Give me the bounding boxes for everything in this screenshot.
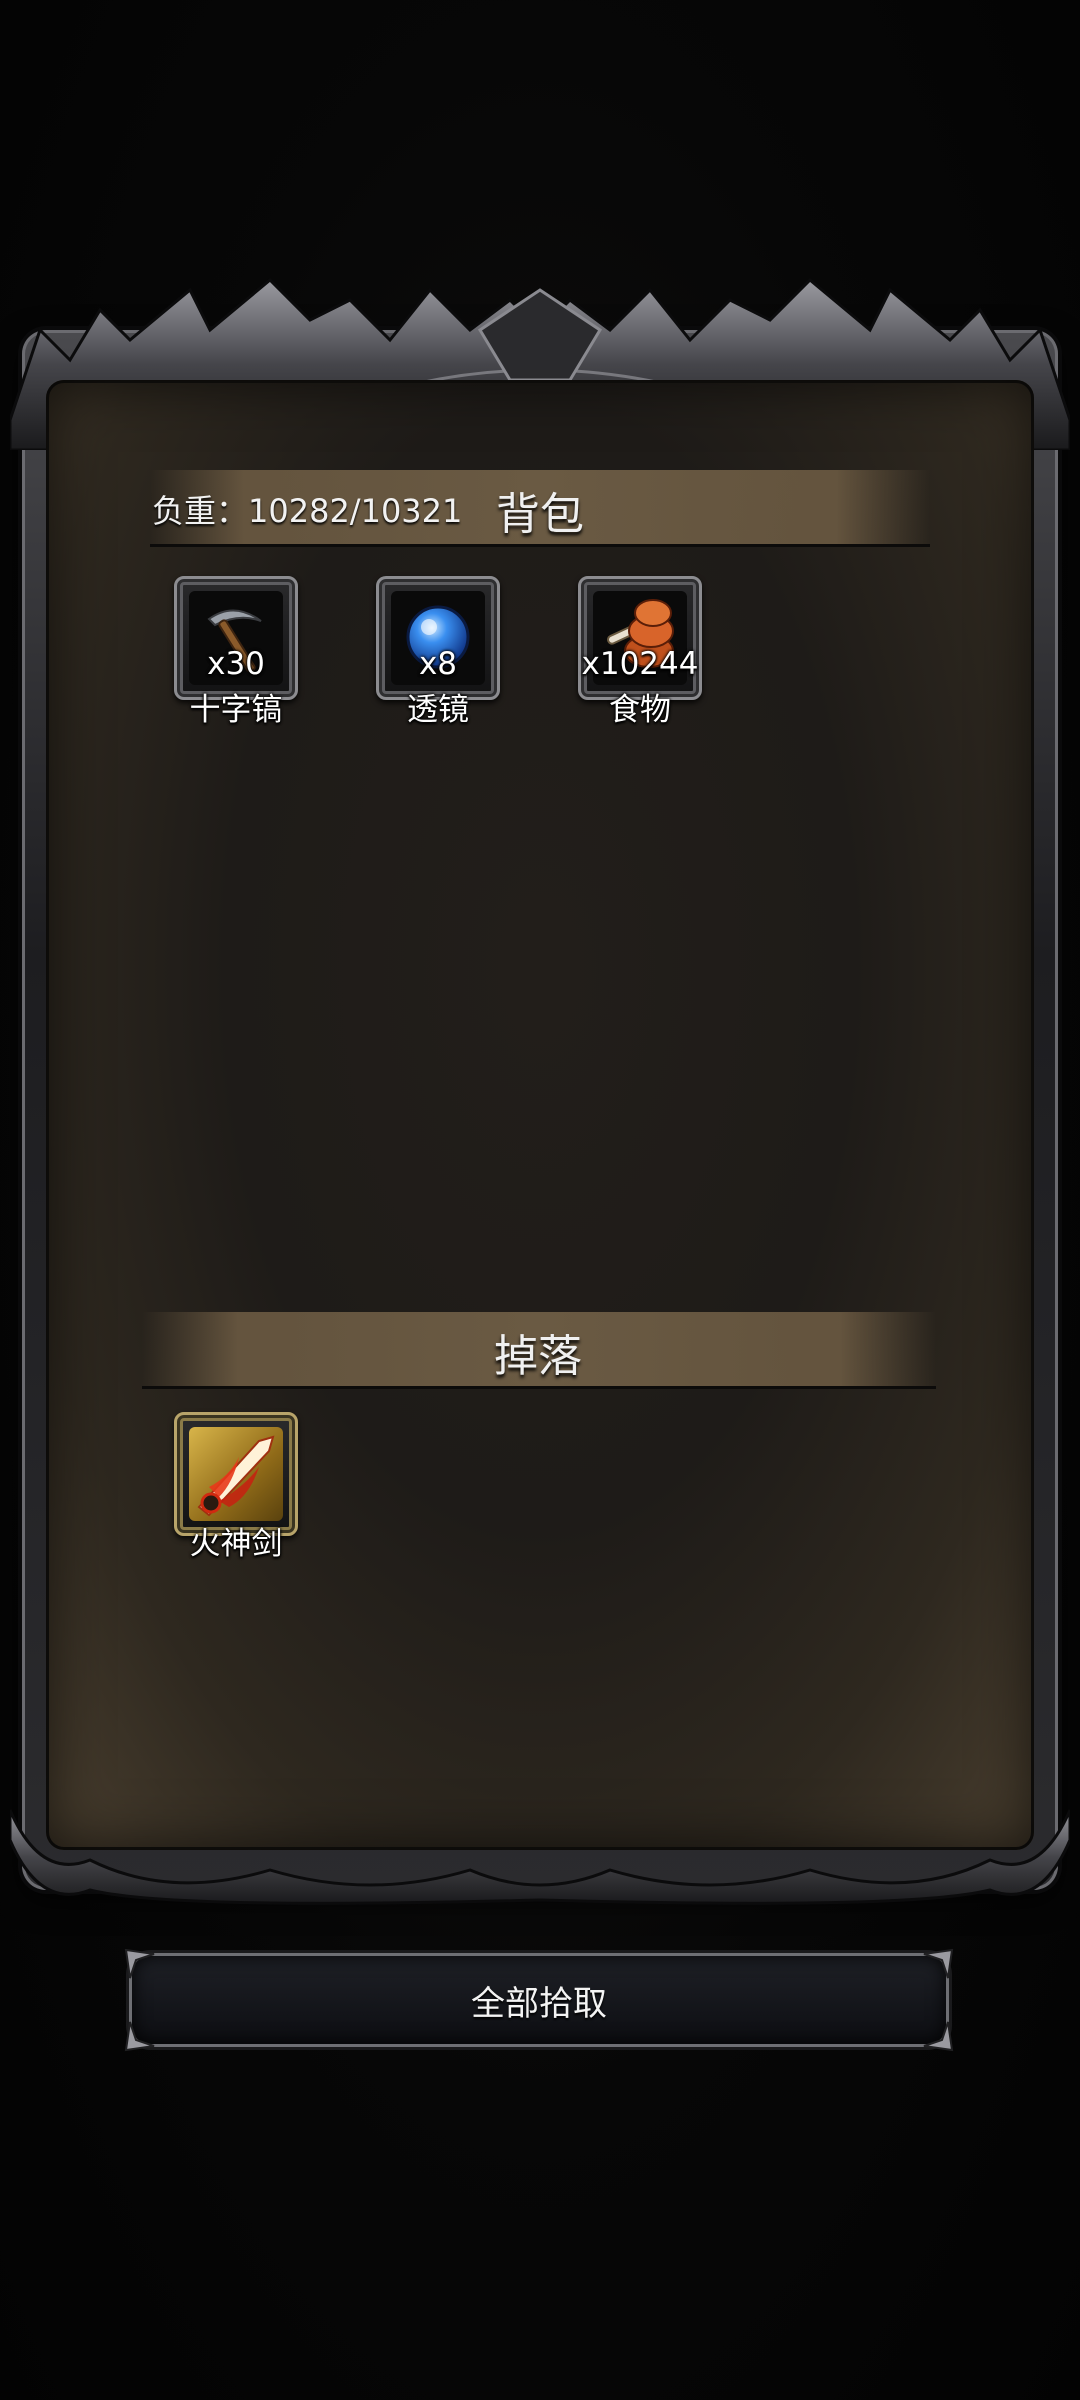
bag-item-pickaxe[interactable]: x30 十字镐 [174, 576, 298, 728]
item-name: 食物 [609, 692, 671, 728]
item-name: 透镜 [407, 692, 469, 728]
item-quantity: x30 [207, 646, 265, 682]
bag-title: 背包 [496, 489, 584, 540]
item-name: 火神剑 [189, 1526, 283, 1562]
fire-sword-icon [197, 1435, 275, 1517]
drop-title: 掉落 [494, 1331, 582, 1382]
drop-item-fire-sword[interactable]: 火神剑 [174, 1412, 298, 1562]
pickup-all-label: 全部拾取 [471, 1984, 607, 2024]
item-name: 十字镐 [189, 692, 283, 728]
weight-capacity: 负重：10282/10321 [152, 492, 463, 530]
item-quantity: x10244 [581, 646, 699, 682]
item-quantity: x8 [418, 646, 458, 682]
loot-screen: 负重：10282/10321 背包 x30 十字镐 x8 透镜 x10244 食… [0, 0, 1080, 2400]
bag-item-food[interactable]: x10244 食物 [578, 576, 702, 728]
pickup-all-button[interactable]: 全部拾取 [124, 1948, 954, 2052]
bag-item-lens[interactable]: x8 透镜 [376, 576, 500, 728]
